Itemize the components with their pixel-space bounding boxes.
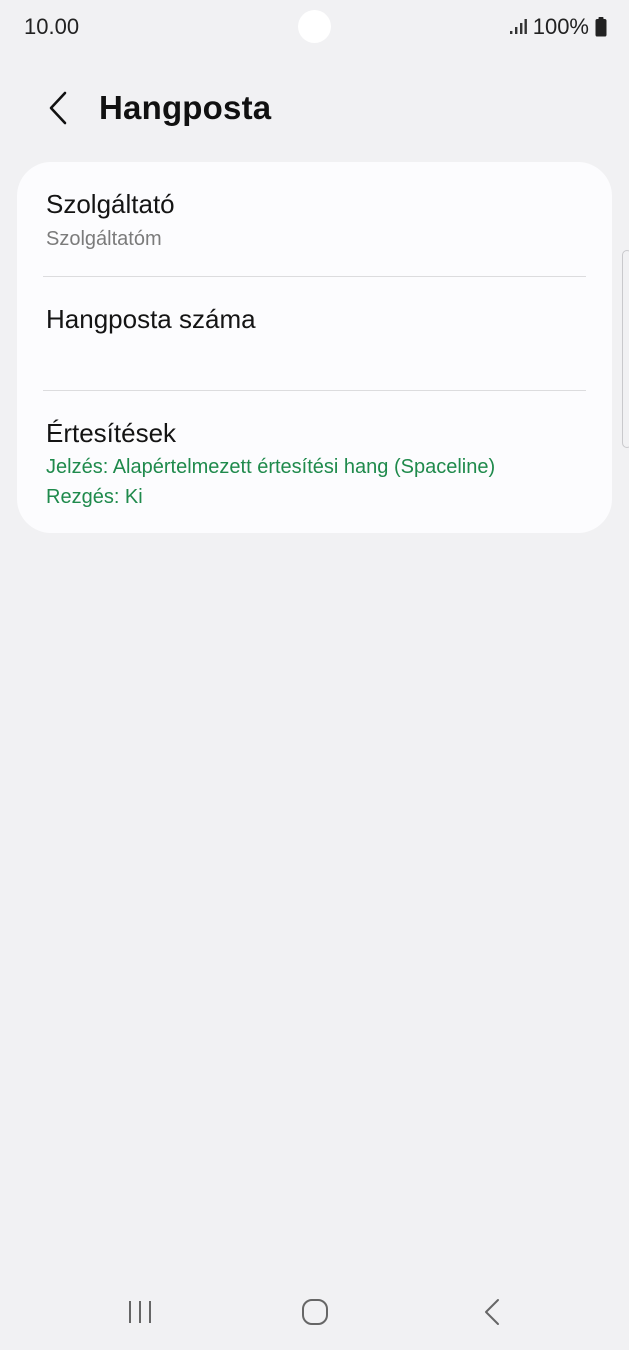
notification-sound-detail: Jelzés: Alapértelmezett értesítési hang … (46, 456, 496, 478)
settings-item-provider[interactable]: Szolgáltató Szolgáltatóm (17, 162, 612, 276)
back-button[interactable] (38, 88, 78, 132)
status-indicators: 100% (509, 14, 607, 40)
page-title: Hangposta (99, 89, 272, 126)
settings-item-title: Hangposta száma (46, 304, 256, 334)
status-bar: 10.00 100% (0, 0, 629, 56)
settings-item-title: Szolgáltató (46, 189, 175, 219)
home-button[interactable] (290, 1294, 340, 1334)
signal-icon (509, 19, 527, 35)
camera-cutout (298, 10, 331, 43)
app-header: Hangposta (0, 80, 629, 140)
battery-percentage: 100% (532, 14, 589, 39)
nav-back-button[interactable] (467, 1294, 517, 1334)
edge-panel-handle[interactable] (622, 250, 629, 448)
back-icon (482, 1298, 502, 1331)
settings-item-notifications[interactable]: Értesítések Jelzés: Alapértelmezett érte… (17, 391, 612, 533)
home-icon (301, 1298, 329, 1331)
battery-icon (595, 17, 607, 37)
recent-apps-icon (126, 1299, 154, 1330)
navigation-bar (0, 1280, 629, 1346)
notification-vibration-detail: Rezgés: Ki (46, 486, 143, 508)
settings-item-title: Értesítések (46, 418, 177, 448)
settings-item-voicemail-number[interactable]: Hangposta száma (17, 277, 612, 390)
status-time: 10.00 (24, 14, 80, 39)
recent-apps-button[interactable] (115, 1294, 165, 1334)
back-arrow-icon (47, 91, 69, 130)
voicemail-settings-card: Szolgáltató Szolgáltatóm Hangposta száma… (17, 162, 612, 533)
settings-item-subtitle: Szolgáltatóm (46, 228, 162, 250)
